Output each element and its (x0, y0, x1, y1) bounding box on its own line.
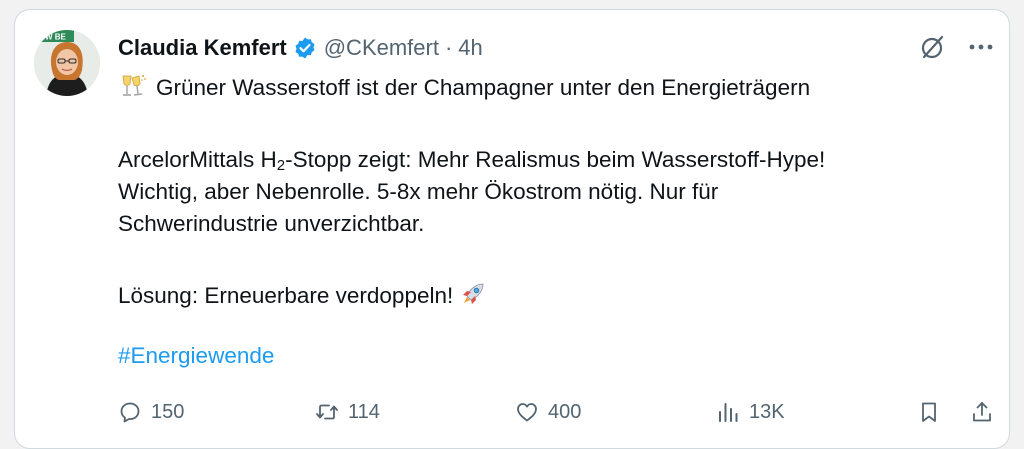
author-name[interactable]: Claudia Kemfert (118, 35, 287, 61)
tweet-line-2-end: -Stopp zeigt: Mehr Realismus beim Wasser… (285, 147, 826, 172)
repost-button[interactable]: 114 (315, 396, 380, 428)
tweet-line-1: Grüner Wasserstoff ist der Champagner un… (156, 75, 811, 100)
bookmark-icon (922, 402, 936, 422)
svg-text:DIW BE: DIW BE (37, 33, 67, 42)
champagne-emoji-icon (122, 75, 146, 96)
tweet-line-5: Lösung: Erneuerbare verdoppeln! (118, 283, 454, 308)
author-handle[interactable]: @CKemfert (324, 35, 439, 61)
tweet-line-3: Wichtig, aber Nebenrolle. 5-8x mehr Ökos… (118, 179, 719, 204)
share-button[interactable] (970, 396, 994, 428)
verified-badge-icon[interactable] (293, 36, 317, 60)
tweet-card[interactable]: DIW BE Claudia Kemfert @CKemfert · 4h Gr… (14, 9, 1010, 449)
like-count: 400 (548, 400, 582, 423)
separator-dot: · (444, 35, 453, 60)
tweet-text-line: Grüner Wasserstoff ist der Champagner un… (118, 72, 810, 104)
reply-count: 150 (151, 400, 185, 423)
more-options-icon[interactable] (967, 36, 995, 58)
reply-icon (120, 402, 140, 423)
views-count: 13K (749, 400, 785, 423)
rocket-emoji-icon (463, 283, 484, 304)
heart-icon (517, 403, 537, 422)
tweet-header: Claudia Kemfert @CKemfert · 4h (118, 32, 483, 64)
tweet-line-2-start: ArcelorMittals H (118, 147, 277, 172)
repost-count: 114 (348, 400, 380, 423)
tweet-time[interactable]: 4h (458, 35, 482, 61)
avatar[interactable]: DIW BE (34, 30, 100, 96)
tweet-line-4: Schwerindustrie unverzichtbar. (118, 211, 425, 236)
repost-icon (316, 404, 338, 420)
avatar-photo: DIW BE (34, 30, 100, 96)
like-button[interactable]: 400 (515, 396, 581, 428)
action-bar: 150 114 400 13K (118, 396, 998, 428)
bookmark-button[interactable] (917, 396, 941, 428)
tweet-text-line: Lösung: Erneuerbare verdoppeln! (118, 280, 487, 312)
views-button[interactable]: 13K (716, 396, 785, 428)
views-icon (719, 403, 738, 422)
reply-button[interactable]: 150 (118, 396, 184, 428)
subscript-2: 2 (276, 157, 286, 174)
hashtag-link[interactable]: #Energiewende (118, 340, 274, 372)
grok-icon[interactable] (920, 34, 946, 60)
share-icon (973, 402, 991, 422)
